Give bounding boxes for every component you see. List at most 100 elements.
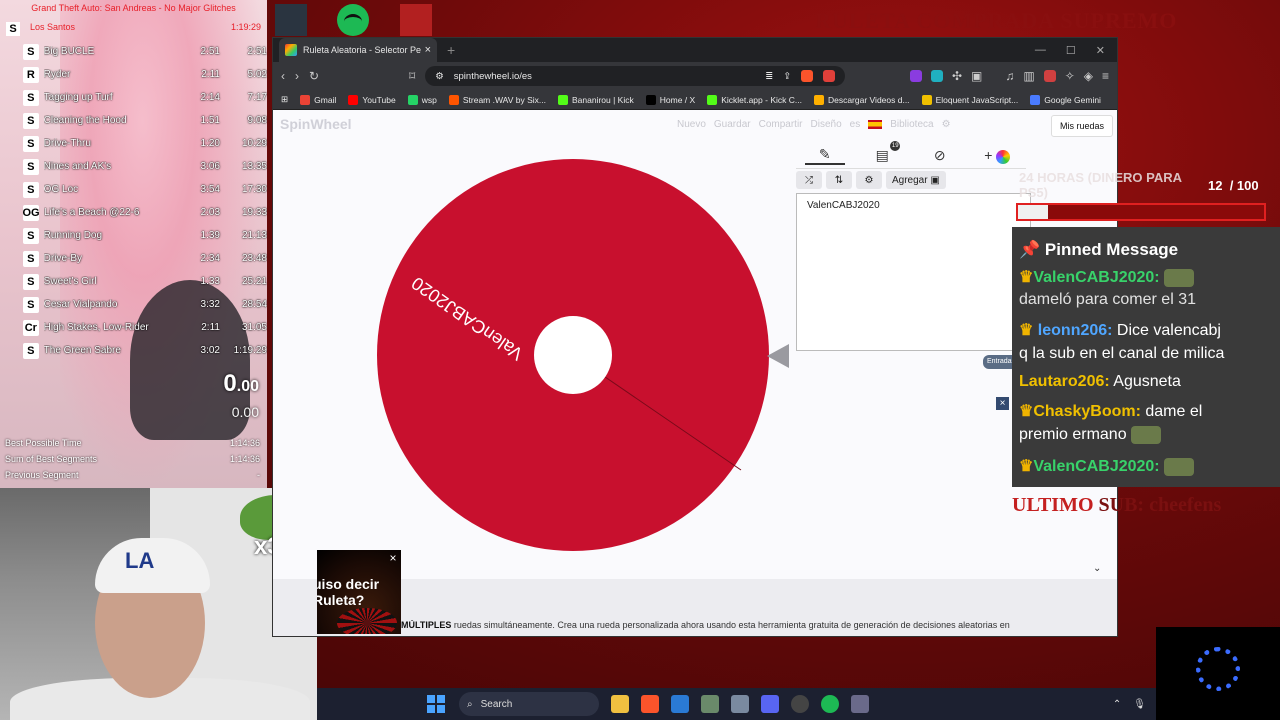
wheel-center[interactable] [534, 316, 612, 394]
puzzle-icon[interactable]: ✣ [952, 69, 962, 83]
prize-progress-fill [1018, 205, 1048, 219]
prize-goal-title: 24 HORAS (DINERO PARA PS5) [1019, 170, 1182, 200]
tab-ruleta[interactable]: Ruleta Aleatoria - Selector Perso × [279, 38, 437, 62]
site-info-icon[interactable]: ⚙ [435, 71, 444, 82]
spinwheel-logo[interactable]: SpinWheel [280, 116, 352, 132]
bookmark-icon[interactable]: ⌑ [409, 69, 415, 83]
bookmark-item[interactable]: Kicklet.app - Kick C... [707, 94, 802, 105]
split-segment-time: 1:33 [200, 276, 220, 287]
bookmark-favicon-icon [558, 94, 568, 105]
menu-icon[interactable]: ≡ [1102, 69, 1109, 83]
roulette-ad[interactable]: uiso decir Ruleta? × [317, 550, 401, 634]
emote-icon [1131, 426, 1162, 444]
settings-app-icon[interactable] [731, 695, 749, 713]
vscode-icon[interactable] [671, 695, 689, 713]
nav-language[interactable]: es [850, 119, 861, 130]
discord-icon[interactable] [761, 695, 779, 713]
bookmark-item[interactable]: Descargar Videos d... [813, 94, 910, 105]
add-color-icon[interactable]: + [977, 147, 1017, 164]
bookmark-favicon-icon [407, 94, 418, 105]
file-explorer-icon[interactable] [611, 695, 629, 713]
address-bar[interactable]: ⚙ spinthewheel.io/es ≣ ⇪ [425, 66, 846, 86]
splits-category: Los Santos [30, 22, 76, 32]
music-icon[interactable]: ♫ [1005, 69, 1014, 83]
brave-browser-icon[interactable] [641, 695, 659, 713]
nav-compartir[interactable]: Compartir [759, 119, 803, 130]
spotify-desktop-icon[interactable] [337, 4, 369, 36]
settings-icon[interactable]: ⚙ [942, 119, 951, 130]
spotify-icon[interactable] [821, 695, 839, 713]
splits-game-title: Grand Theft Auto: San Andreas - No Major… [31, 3, 236, 13]
share-icon[interactable]: ⇪ [783, 71, 791, 82]
split-segment-time: 2:03 [200, 207, 221, 218]
hide-eye-icon[interactable]: ⊘ [920, 147, 960, 164]
app-icon[interactable] [701, 695, 719, 713]
bookmark-item[interactable]: YouTube [348, 94, 396, 105]
screenshot-icon[interactable]: ▣ [971, 69, 982, 83]
nav-guardar[interactable]: Guardar [714, 119, 751, 130]
microphone-icon[interactable]: 🎙 [1133, 699, 1146, 710]
bookmark-item[interactable]: Bananirou | Kick [558, 94, 634, 105]
nav-nuevo[interactable]: Nuevo [677, 119, 706, 130]
edit-pencil-icon[interactable]: ✎ [804, 146, 845, 165]
extension-icon-2[interactable] [930, 70, 943, 82]
app-icon-2[interactable] [851, 695, 869, 713]
split-total-time: 17:30 [241, 184, 267, 195]
bookmark-item[interactable]: Home / X [645, 94, 695, 105]
split-icon: S [23, 342, 39, 359]
bookmark-item[interactable]: Eloquent JavaScript... [921, 94, 1018, 105]
vpn-icon[interactable]: ◈ [1084, 69, 1093, 83]
taskbar-search[interactable]: ⌕ Search [459, 692, 599, 716]
sort-icon[interactable]: ⇅ [826, 171, 852, 189]
leo-icon[interactable]: ✧ [1065, 69, 1075, 83]
spin-wheel[interactable]: ValenCABJ2020 [373, 155, 773, 555]
entries-textarea[interactable]: ValenCABJ2020 [796, 193, 1031, 351]
split-segment-time: 2:51 [200, 46, 220, 57]
split-row: OG Life's a Beach @22-6 2:03 19:33 [0, 201, 267, 224]
forward-icon[interactable]: › [295, 69, 299, 83]
desktop-app-icon[interactable] [275, 4, 307, 36]
split-icon: S [23, 43, 39, 60]
bookmark-item[interactable]: Stream .WAV by Six... [448, 94, 546, 105]
split-name: Tagging up Turf [43, 92, 113, 103]
chevron-down-icon[interactable]: ⌄ [1093, 563, 1101, 574]
bookmark-item[interactable]: Gmail [300, 94, 336, 105]
windows-start-icon[interactable] [427, 695, 445, 713]
new-tab-button[interactable]: + [447, 42, 455, 58]
url-text[interactable]: spinthewheel.io/es [454, 71, 756, 82]
game-desktop-icon[interactable] [400, 4, 432, 36]
ad-close-icon[interactable]: × [387, 552, 399, 564]
brave-shield-icon[interactable] [801, 70, 814, 82]
bookmark-item[interactable]: wsp [407, 94, 437, 105]
apps-grid-icon[interactable]: ⊞ [281, 94, 288, 105]
tab-close-icon[interactable]: × [425, 44, 431, 56]
tab-bar: Ruleta Aleatoria - Selector Perso × + — … [273, 38, 1117, 62]
notes-icon[interactable]: ▤ 19 [862, 141, 902, 164]
settings-gear-icon[interactable]: ⚙ [856, 171, 882, 189]
split-icon: R [23, 66, 39, 83]
add-image-button[interactable]: Agregar ▣ [886, 171, 946, 189]
nav-biblioteca[interactable]: Biblioteca [890, 119, 933, 130]
close-ad-icon[interactable]: × [996, 397, 1009, 410]
bookmark-item[interactable]: Google Gemini [1030, 94, 1101, 105]
back-icon[interactable]: ‹ [281, 69, 285, 83]
bookmark-favicon-icon [645, 94, 656, 105]
sidebar-icon[interactable]: ▥ [1023, 69, 1034, 83]
chevron-up-icon[interactable]: ⌃ [1113, 699, 1121, 710]
crown-icon: ♛ [1019, 403, 1034, 420]
nav-diseno[interactable]: Diseño [811, 119, 842, 130]
wallet-icon[interactable] [1043, 70, 1056, 82]
wheel-svg[interactable]: ValenCABJ2020 [373, 155, 773, 555]
extension-icon[interactable] [909, 70, 922, 82]
obs-icon[interactable] [791, 695, 809, 713]
shuffle-icon[interactable]: ⤮ [796, 171, 822, 189]
maximize-icon[interactable]: ☐ [1066, 44, 1076, 57]
reader-icon[interactable]: ≣ [765, 71, 773, 82]
split-name: The Green Sabre [43, 345, 121, 356]
reload-icon[interactable]: ↻ [309, 69, 319, 83]
my-wheels-button[interactable]: Mis ruedas [1051, 115, 1113, 137]
bookmark-favicon-icon [1030, 94, 1041, 105]
minimize-icon[interactable]: — [1035, 44, 1046, 57]
brave-rewards-icon[interactable] [823, 70, 836, 82]
window-close-icon[interactable]: ✕ [1096, 44, 1105, 57]
